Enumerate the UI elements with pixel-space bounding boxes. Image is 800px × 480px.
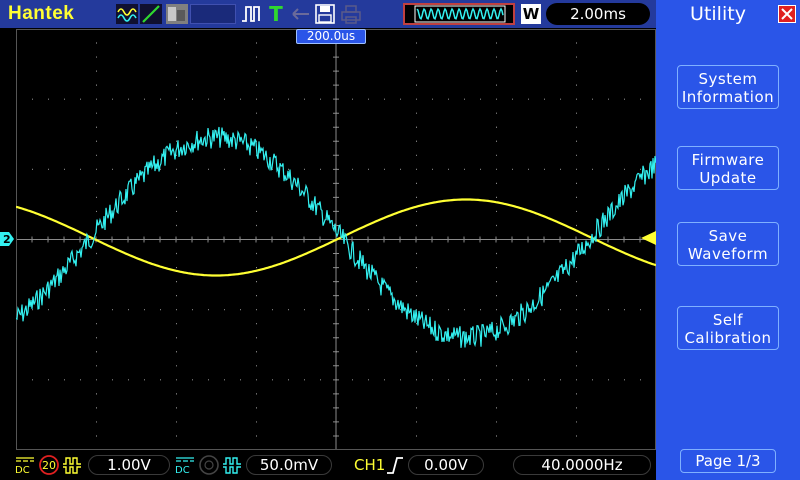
ch2-coupling-icon[interactable]: DC bbox=[174, 455, 196, 475]
timebase-readout[interactable]: 2.00ms bbox=[546, 3, 650, 25]
ramp-mode-icon[interactable] bbox=[140, 4, 162, 24]
persistence-icon[interactable] bbox=[166, 4, 188, 24]
svg-text:DC: DC bbox=[175, 465, 190, 475]
print-icon[interactable] bbox=[340, 4, 362, 24]
ch1-volts-per-div[interactable]: 1.00V bbox=[88, 455, 170, 475]
ch2-bandwidth-limit-icon[interactable] bbox=[198, 455, 220, 475]
svg-text:2: 2 bbox=[3, 233, 11, 246]
waveform-display[interactable] bbox=[16, 29, 656, 450]
ch2-volts-per-div[interactable]: 50.0mV bbox=[246, 455, 332, 475]
svg-text:DC: DC bbox=[15, 465, 30, 475]
close-button[interactable] bbox=[778, 5, 796, 23]
close-icon bbox=[781, 8, 793, 20]
arrow-icon bbox=[290, 4, 312, 24]
ch2-invert-icon[interactable] bbox=[222, 455, 244, 475]
save-waveform-button[interactable]: Save Waveform bbox=[677, 222, 779, 266]
ch1-bandwidth-limit-icon[interactable]: 20 bbox=[38, 455, 60, 475]
top-status-bar: Hantek T W 2.00ms bbox=[0, 0, 656, 28]
ch2-position-marker[interactable]: 2 bbox=[0, 232, 14, 246]
status-field bbox=[190, 4, 236, 24]
bottom-status-bar: DC 20 1.00V DC 50.0mV CH1 0.00V 40.0000H… bbox=[0, 450, 656, 480]
window-badge: W bbox=[521, 4, 541, 24]
brand-logo: Hantek bbox=[8, 3, 75, 24]
trigger-source[interactable]: CH1 bbox=[354, 455, 385, 475]
page-button[interactable]: Page 1/3 bbox=[680, 449, 776, 473]
trigger-status-icon: T bbox=[269, 2, 283, 26]
memory-window-indicator bbox=[403, 3, 515, 25]
trigger-level-marker[interactable] bbox=[641, 231, 656, 245]
self-calibration-button[interactable]: Self Calibration bbox=[677, 306, 779, 350]
ch1-invert-icon[interactable] bbox=[62, 455, 84, 475]
waveform-mode-icon[interactable] bbox=[116, 4, 138, 24]
trigger-position-marker[interactable]: 200.0us bbox=[296, 29, 366, 44]
firmware-update-button[interactable]: Firmware Update bbox=[677, 146, 779, 190]
rising-edge-icon[interactable] bbox=[386, 455, 404, 475]
trigger-level-readout[interactable]: 0.00V bbox=[408, 455, 484, 475]
save-icon[interactable] bbox=[314, 4, 336, 24]
ch1-coupling-icon[interactable]: DC bbox=[14, 455, 36, 475]
system-information-button[interactable]: System Information bbox=[677, 65, 779, 109]
pulse-trigger-icon[interactable] bbox=[240, 4, 262, 24]
frequency-readout: 40.0000Hz bbox=[513, 455, 651, 475]
svg-text:20: 20 bbox=[42, 459, 56, 472]
